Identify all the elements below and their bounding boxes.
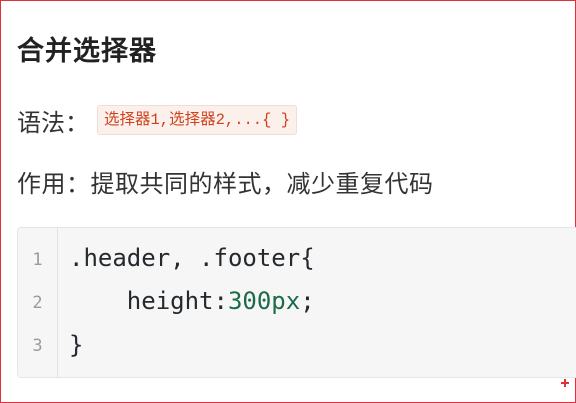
page-title: 合并选择器 bbox=[17, 36, 157, 67]
syntax-inline-code: 选择器1,选择器2,...{ } bbox=[97, 105, 298, 135]
code-line: .header, .footer{ bbox=[69, 244, 315, 272]
purpose-text: 作用：提取共同的样式，减少重复代码 bbox=[17, 170, 434, 198]
line-number-gutter: 1 2 3 bbox=[18, 228, 58, 377]
code-value: 300px bbox=[227, 287, 301, 315]
line-number: 2 bbox=[32, 293, 43, 313]
code-block[interactable]: 1 2 3 .header, .footer{ height:300px; } bbox=[17, 227, 576, 378]
code-line: height:300px; bbox=[69, 281, 315, 321]
crosshair-cursor-icon bbox=[561, 379, 569, 387]
syntax-label: 语法： bbox=[17, 108, 89, 137]
line-number: 3 bbox=[32, 336, 43, 356]
line-number: 1 bbox=[32, 250, 43, 270]
code-punctuation: ; bbox=[300, 287, 315, 315]
code-property: height: bbox=[69, 287, 228, 315]
syntax-line: 语法： 选择器1,选择器2,...{ } bbox=[17, 100, 298, 140]
code-line: } bbox=[69, 331, 84, 359]
